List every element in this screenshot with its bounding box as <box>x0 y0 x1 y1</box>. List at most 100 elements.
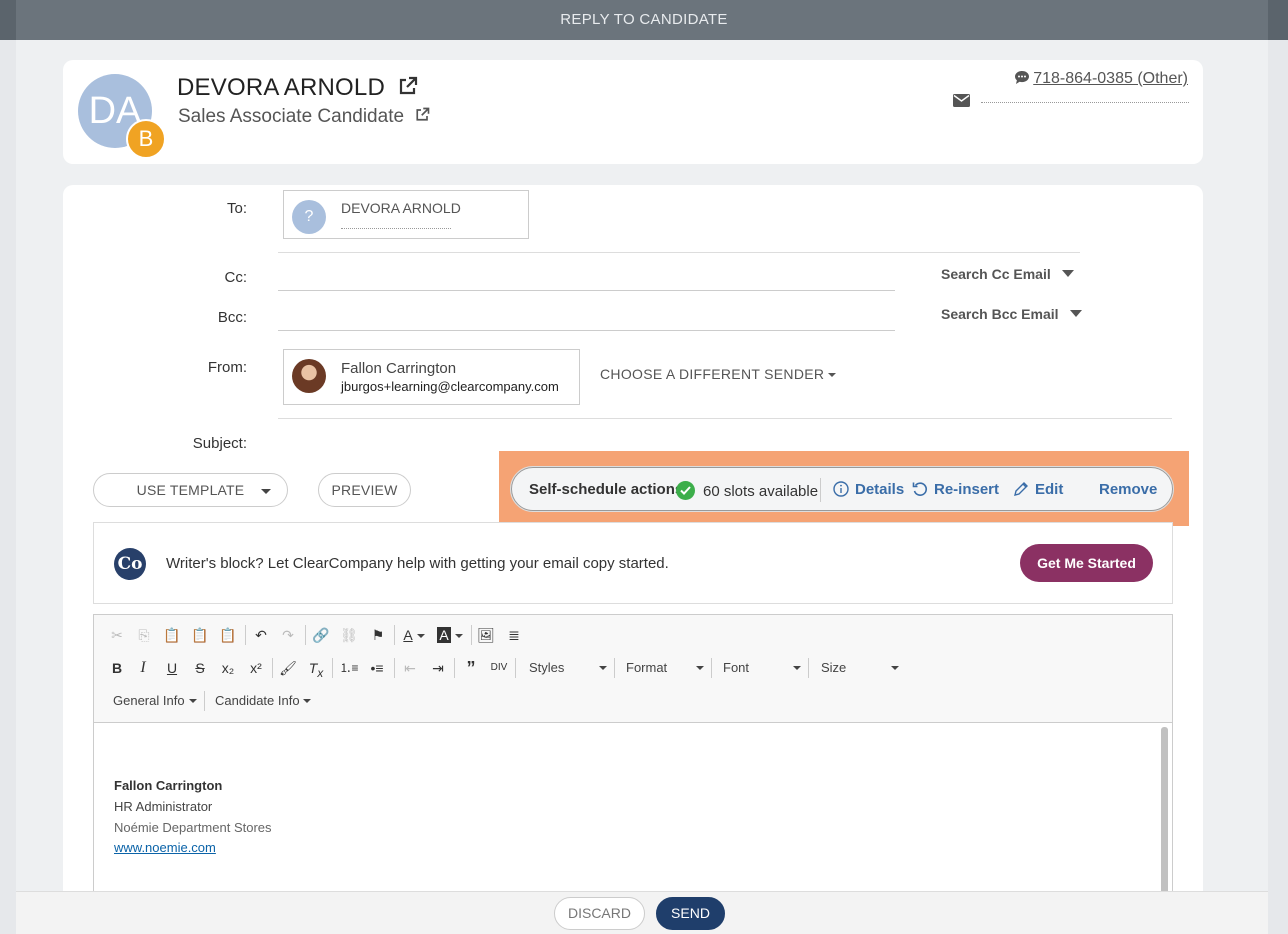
send-button[interactable]: SEND <box>656 897 725 930</box>
numbered-list-icon[interactable]: ⒈≡ <box>337 656 361 680</box>
get-me-started-button[interactable]: Get Me Started <box>1020 544 1153 582</box>
check-circle-icon <box>676 481 695 500</box>
cc-label: Cc: <box>224 269 248 286</box>
signature-website-link[interactable]: www.noemie.com <box>114 840 216 855</box>
cut-icon[interactable]: ✂ <box>105 623 129 647</box>
search-cc-label: Search Cc Email <box>941 266 1051 282</box>
divider <box>394 625 395 645</box>
cc-input[interactable] <box>278 290 895 291</box>
candidate-name: DEVORA ARNOLD <box>177 74 385 101</box>
font-label: Font <box>723 660 750 675</box>
signature-title: HR Administrator <box>114 799 213 814</box>
candidate-info-label: Candidate Info <box>215 693 300 708</box>
caret-down-icon <box>891 666 899 670</box>
outdent-icon[interactable]: ⇤ <box>398 656 422 680</box>
candidate-name-link[interactable]: DEVORA ARNOLD <box>177 74 418 103</box>
format-dropdown[interactable]: Format <box>626 656 704 680</box>
general-info-dropdown[interactable]: General Info <box>113 689 197 713</box>
divider <box>515 658 516 678</box>
anchor-flag-icon[interactable]: ⚑ <box>366 623 390 647</box>
horizontal-line-icon[interactable]: ≣ <box>502 623 526 647</box>
subject-input[interactable] <box>278 455 500 456</box>
choose-sender-label: CHOOSE A DIFFERENT SENDER <box>600 366 825 382</box>
slots-available: 60 slots available <box>676 481 818 500</box>
edit-button[interactable]: Edit <box>1013 481 1063 498</box>
copy-icon[interactable]: ⎘ <box>132 623 156 647</box>
choose-different-sender-button[interactable]: CHOOSE A DIFFERENT SENDER <box>600 366 837 382</box>
ai-writer-text: Writer's block? Let ClearCompany help wi… <box>166 555 669 572</box>
divider <box>245 625 246 645</box>
slots-text: 60 slots available <box>703 483 819 500</box>
italic-icon[interactable]: I <box>131 656 155 680</box>
link-icon[interactable]: 🔗 <box>309 623 333 647</box>
search-bcc-dropdown[interactable]: Search Bcc Email <box>941 306 1082 322</box>
subscript-icon[interactable]: x₂ <box>216 656 240 680</box>
external-link-icon[interactable] <box>415 106 430 128</box>
styles-dropdown[interactable]: Styles <box>529 656 607 680</box>
candidate-header-card: DA B DEVORA ARNOLD Sales Associate Candi… <box>63 60 1203 164</box>
caret-down-icon <box>189 699 197 703</box>
bold-icon[interactable]: B <box>105 656 129 680</box>
background-color-icon[interactable]: A <box>436 623 464 647</box>
candidate-job-link[interactable]: Sales Associate Candidate <box>178 106 430 128</box>
format-painter-icon[interactable]: 🖌 <box>276 656 300 680</box>
paste-word-icon[interactable]: 📋 <box>216 623 240 647</box>
undo-icon[interactable]: ↶ <box>249 623 273 647</box>
unlink-icon[interactable]: ⛓ <box>337 623 361 647</box>
divider <box>278 252 1080 253</box>
sender-avatar <box>292 359 326 393</box>
bulleted-list-icon[interactable]: •≡ <box>365 656 389 680</box>
div-container-icon[interactable]: DIV <box>487 656 511 680</box>
indent-icon[interactable]: ⇥ <box>426 656 450 680</box>
reinsert-label: Re-insert <box>934 481 1000 498</box>
caret-down-icon <box>416 634 425 638</box>
divider <box>278 418 1172 419</box>
use-template-dropdown[interactable]: USE TEMPLATE <box>93 473 288 507</box>
paste-text-icon[interactable]: 📋 <box>188 623 212 647</box>
preview-button[interactable]: PREVIEW <box>318 473 411 507</box>
search-bcc-label: Search Bcc Email <box>941 306 1059 322</box>
underline-icon[interactable]: U <box>160 656 184 680</box>
details-button[interactable]: Details <box>833 481 904 498</box>
paste-icon[interactable]: 📋 <box>160 623 184 647</box>
recipient-email-redacted <box>341 223 451 229</box>
candidate-info-dropdown[interactable]: Candidate Info <box>215 689 311 713</box>
caret-down-icon <box>696 666 704 670</box>
signature-company: Noémie Department Stores <box>114 820 272 835</box>
from-sender-chip[interactable]: Fallon Carrington jburgos+learning@clear… <box>283 349 580 405</box>
size-dropdown[interactable]: Size <box>821 656 899 680</box>
editor-toolbar: ✂ ⎘ 📋 📋 📋 ↶ ↷ 🔗 ⛓ ⚑ A A 🖼 ≣ B I U S x₂ x… <box>94 615 1172 723</box>
external-link-icon[interactable] <box>398 75 418 103</box>
blockquote-icon[interactable]: ” <box>459 656 483 680</box>
text-color-icon[interactable]: A <box>400 623 428 647</box>
general-info-label: General Info <box>113 693 185 708</box>
strikethrough-icon[interactable]: S <box>188 656 212 680</box>
reinsert-button[interactable]: Re-insert <box>912 481 999 498</box>
remove-format-icon[interactable]: Tx <box>304 656 328 680</box>
caret-down-icon <box>599 666 607 670</box>
image-icon[interactable]: 🖼 <box>474 623 498 647</box>
candidate-badge: B <box>126 119 166 159</box>
recipient-avatar: ? <box>292 200 326 234</box>
from-label: From: <box>207 359 247 376</box>
caret-down-icon <box>793 666 801 670</box>
use-template-label: USE TEMPLATE <box>136 482 245 498</box>
font-dropdown[interactable]: Font <box>723 656 801 680</box>
ai-writer-card: Co Writer's block? Let ClearCompany help… <box>93 522 1173 604</box>
size-label: Size <box>821 660 847 675</box>
candidate-phone[interactable]: 718-864-0385 (Other) <box>1014 70 1188 88</box>
superscript-icon[interactable]: x² <box>244 656 268 680</box>
redo-icon[interactable]: ↷ <box>276 623 300 647</box>
to-recipient-chip[interactable]: ? DEVORA ARNOLD <box>283 190 529 239</box>
self-schedule-title: Self-schedule actions: <box>529 481 689 498</box>
search-cc-dropdown[interactable]: Search Cc Email <box>941 266 1074 282</box>
divider <box>272 658 273 678</box>
remove-button[interactable]: Remove <box>1099 481 1157 498</box>
discard-button[interactable]: DISCARD <box>554 897 645 930</box>
email-redacted <box>981 102 1189 104</box>
bcc-input[interactable] <box>278 330 895 331</box>
divider <box>305 625 306 645</box>
caret-down-icon <box>1069 310 1082 317</box>
to-label: To: <box>226 200 247 217</box>
candidate-email[interactable] <box>953 94 1189 110</box>
